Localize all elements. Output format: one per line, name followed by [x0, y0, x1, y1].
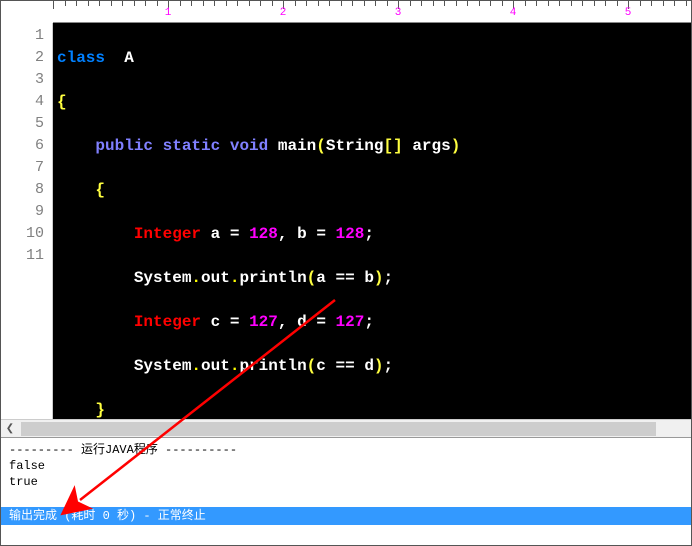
ruler-label: 1	[165, 7, 172, 19]
line-number: 4	[1, 91, 44, 113]
var-a: a	[316, 269, 326, 287]
output-panel[interactable]: --------- 运行JAVA程序 ---------- false true	[1, 437, 691, 507]
line-number: 5	[1, 113, 44, 135]
paren-close: )	[451, 137, 461, 155]
param-args: args	[412, 137, 450, 155]
ruler-label: 5	[625, 7, 632, 19]
obj-out: out	[201, 269, 230, 287]
ruler-label: 3	[395, 7, 402, 19]
line-number: 7	[1, 157, 44, 179]
line-number: 6	[1, 135, 44, 157]
line-number: 11	[1, 245, 44, 267]
dot: .	[191, 357, 201, 375]
output-header: --------- 运行JAVA程序 ----------	[9, 443, 237, 457]
literal-128: 128	[336, 225, 365, 243]
line-number: 8	[1, 179, 44, 201]
type-string: String	[326, 137, 384, 155]
editor: 1234567891011 class A { public static vo…	[1, 23, 691, 419]
literal-127: 127	[249, 313, 278, 331]
dot: .	[191, 269, 201, 287]
obj-system: System	[134, 357, 192, 375]
paren-open: (	[307, 357, 317, 375]
semicolon: ;	[384, 269, 394, 287]
line-number: 3	[1, 69, 44, 91]
literal-128: 128	[249, 225, 278, 243]
brace-close: }	[95, 401, 105, 419]
scroll-thumb[interactable]	[21, 422, 656, 436]
var-c: c	[211, 313, 221, 331]
dot: .	[230, 269, 240, 287]
line-number: 9	[1, 201, 44, 223]
ruler-label: 4	[510, 7, 517, 19]
scroll-track[interactable]	[21, 421, 691, 437]
keyword-public: public	[95, 137, 153, 155]
keyword-static: static	[163, 137, 221, 155]
line-number-gutter: 1234567891011	[1, 23, 53, 419]
status-text: 输出完成 (耗时 0 秒) - 正常终止	[9, 509, 206, 523]
paren-open: (	[316, 137, 326, 155]
method-println: println	[239, 357, 306, 375]
bracket-open: [	[383, 137, 393, 155]
dot: .	[230, 357, 240, 375]
type-integer: Integer	[134, 225, 201, 243]
type-integer: Integer	[134, 313, 201, 331]
output-line: false	[9, 459, 45, 473]
op-assign: =	[230, 313, 240, 331]
scroll-left-icon[interactable]: ❮	[1, 421, 19, 437]
brace-open: {	[57, 93, 67, 111]
paren-open: (	[307, 269, 317, 287]
obj-system: System	[134, 269, 192, 287]
method-println: println	[239, 269, 306, 287]
var-d: d	[364, 357, 374, 375]
keyword-class: class	[57, 49, 105, 67]
line-number: 1	[1, 25, 44, 47]
bracket-close: ]	[393, 137, 403, 155]
line-number: 2	[1, 47, 44, 69]
brace-open: {	[95, 181, 105, 199]
var-c: c	[316, 357, 326, 375]
var-b: b	[297, 225, 307, 243]
keyword-void: void	[230, 137, 268, 155]
status-bar: 输出完成 (耗时 0 秒) - 正常终止	[1, 507, 691, 525]
semicolon: ;	[364, 313, 374, 331]
literal-127: 127	[336, 313, 365, 331]
var-b: b	[364, 269, 374, 287]
var-d: d	[297, 313, 307, 331]
op-eq: ==	[336, 357, 355, 375]
op-assign: =	[316, 313, 326, 331]
method-name: main	[278, 137, 316, 155]
op-assign: =	[230, 225, 240, 243]
comma: ,	[278, 225, 288, 243]
line-number: 10	[1, 223, 44, 245]
semicolon: ;	[364, 225, 374, 243]
comma: ,	[278, 313, 288, 331]
horizontal-scrollbar[interactable]: ❮	[1, 419, 691, 437]
ruler: 1 2 3 4 5	[53, 1, 691, 23]
class-name: A	[124, 49, 134, 67]
var-a: a	[211, 225, 221, 243]
paren-close: )	[374, 357, 384, 375]
code-area[interactable]: class A { public static void main(String…	[53, 23, 691, 419]
op-eq: ==	[336, 269, 355, 287]
paren-close: )	[374, 269, 384, 287]
ruler-label: 2	[280, 7, 287, 19]
op-assign: =	[316, 225, 326, 243]
semicolon: ;	[384, 357, 394, 375]
output-line: true	[9, 475, 38, 489]
obj-out: out	[201, 357, 230, 375]
